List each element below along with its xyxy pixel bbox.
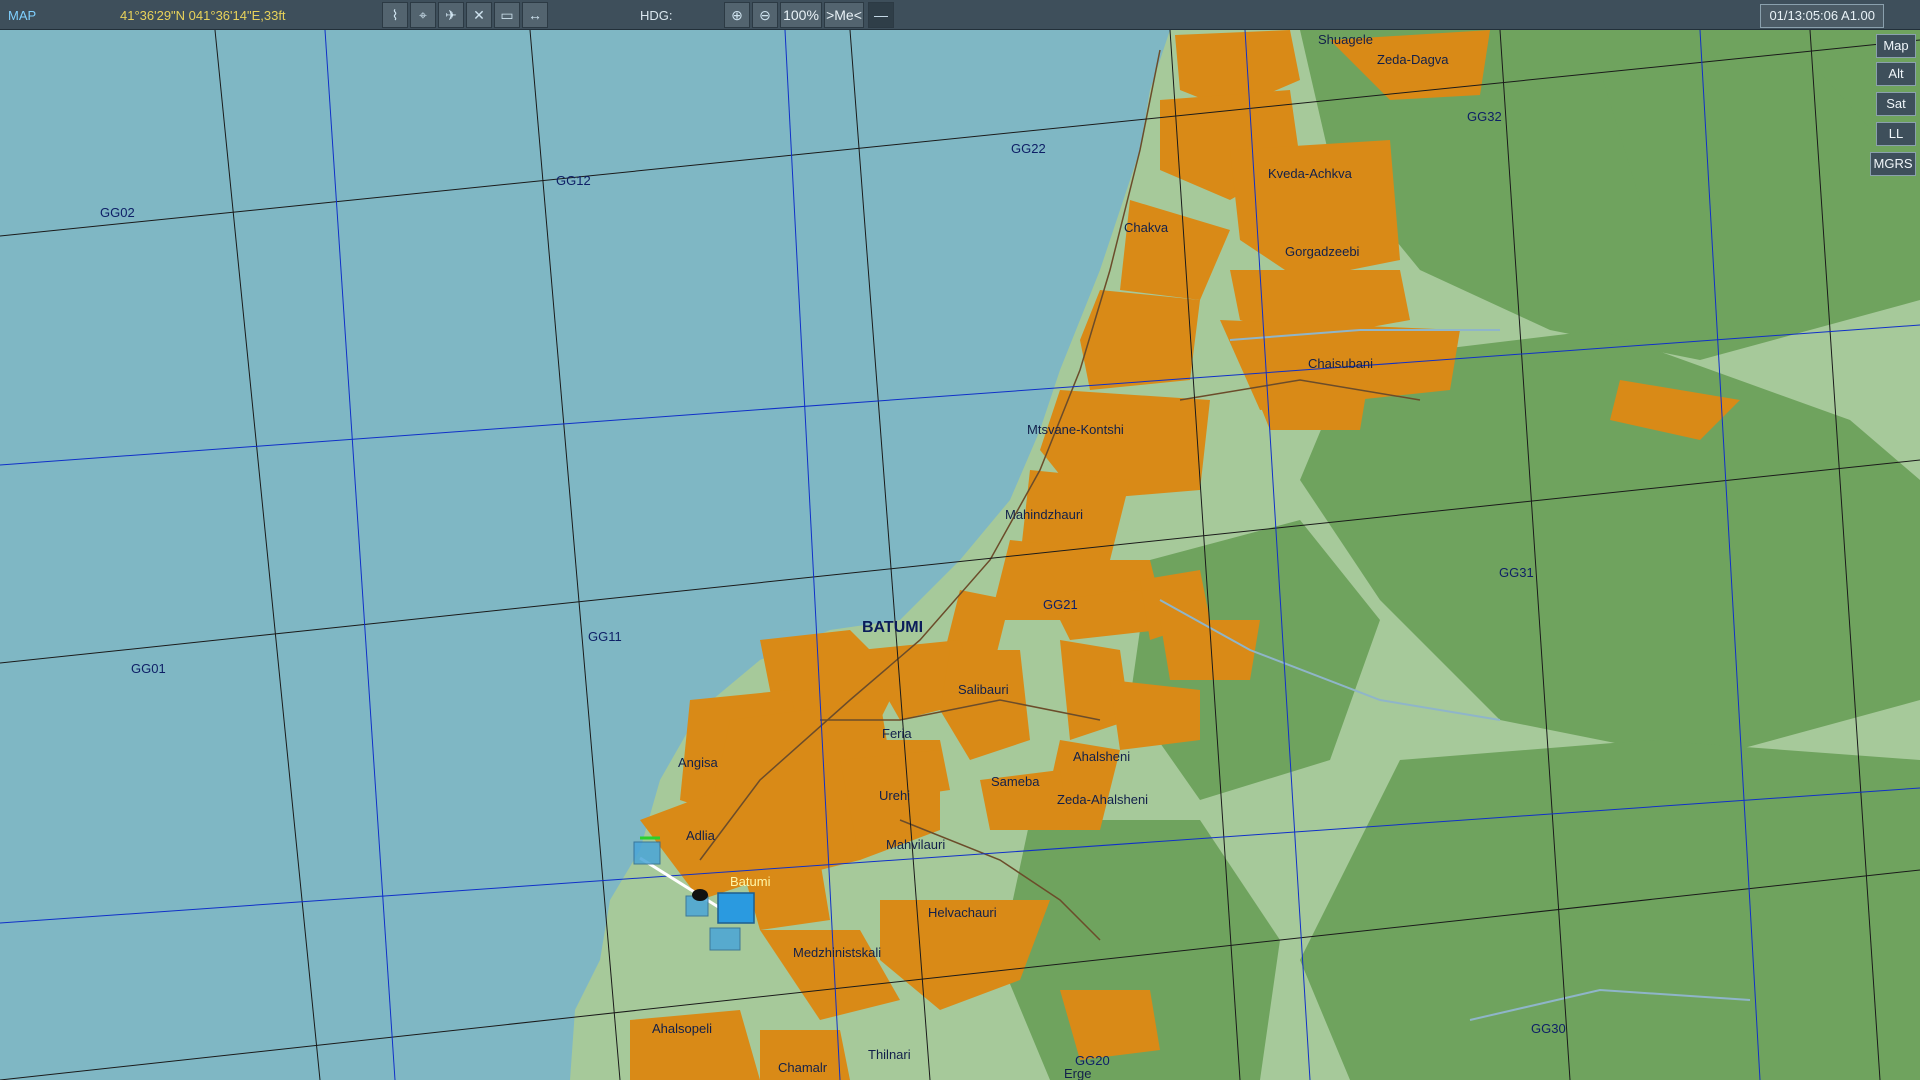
grid-label-gg01: GG01: [131, 661, 166, 676]
heading-label: HDG:: [640, 8, 673, 23]
minimize-button[interactable]: —: [868, 2, 894, 28]
place-label-mahvilauri: Mahvilauri: [886, 837, 945, 852]
place-label-salibauri: Salibauri: [958, 682, 1009, 697]
sat-mode-button[interactable]: Sat: [1876, 92, 1916, 116]
map-mode-button[interactable]: Map: [1876, 34, 1916, 58]
delete-icon: ✕: [473, 7, 485, 23]
comment-tool-button[interactable]: ▭: [494, 2, 520, 28]
ll-mode-button[interactable]: LL: [1876, 122, 1916, 146]
grid-label-gg32: GG32: [1467, 109, 1502, 124]
place-label-gorgadzeebi: Gorgadzeebi: [1285, 244, 1360, 259]
zoom-out-button[interactable]: ⊖: [752, 2, 778, 28]
place-label-zeda-ahalsheni: Zeda-Ahalsheni: [1057, 792, 1148, 807]
map-canvas[interactable]: GG02 GG12 GG22 GG32 GG01 GG11 GG21 GG31 …: [0, 0, 1920, 1080]
place-label-sameba: Sameba: [991, 774, 1040, 789]
ruler-icon: ↔: [528, 7, 542, 23]
place-label-ahalsheni: Ahalsheni: [1073, 749, 1130, 764]
grid-label-gg12: GG12: [556, 173, 591, 188]
place-label-feria: Feria: [882, 726, 912, 741]
zoom-out-icon: ⊖: [759, 7, 771, 23]
zoom-in-icon: ⊕: [731, 7, 743, 23]
mgrs-mode-button[interactable]: MGRS: [1870, 152, 1916, 176]
map-title: MAP: [8, 8, 37, 23]
city-label-batumi: BATUMI: [862, 619, 923, 636]
place-label-erge: Erge: [1064, 1066, 1091, 1080]
center-on-me-button[interactable]: >Me<: [824, 2, 864, 28]
place-label-mahindzhauri: Mahindzhauri: [1005, 507, 1083, 522]
grid-label-gg30: GG30: [1531, 1021, 1566, 1036]
place-label-medzhinistskali: Medzhinistskali: [793, 945, 881, 960]
route-icon: ⌇: [391, 7, 399, 23]
zoom-level[interactable]: 100%: [780, 2, 822, 28]
waypoint-tool-button[interactable]: ⌖: [410, 2, 436, 28]
mission-time: 01/13:05:06 A1.00: [1760, 4, 1884, 28]
ruler-tool-button[interactable]: ↔: [522, 2, 548, 28]
place-label-chakva: Chakva: [1124, 220, 1169, 235]
place-label-helvachauri: Helvachauri: [928, 905, 997, 920]
place-label-chamalr: Chamalr: [778, 1060, 828, 1075]
place-label-ahalsopeli: Ahalsopeli: [652, 1021, 712, 1036]
map-toolbar: MAP 41°36'29"N 041°36'14"E,33ft ⌇ ⌖ ✈ ✕ …: [0, 0, 1920, 30]
place-label-angisa: Angisa: [678, 755, 719, 770]
unit-tool-button[interactable]: ✈: [438, 2, 464, 28]
grid-label-gg02: GG02: [100, 205, 135, 220]
comment-icon: ▭: [500, 7, 514, 23]
unit-icon: ✈: [445, 7, 457, 23]
grid-label-gg11: GG11: [588, 629, 622, 644]
grid-label-gg31: GG31: [1499, 565, 1534, 580]
cursor-coordinates: 41°36'29"N 041°36'14"E,33ft: [120, 8, 286, 23]
grid-label-gg22: GG22: [1011, 141, 1046, 156]
place-label-shuagele: Shuagele: [1318, 32, 1373, 47]
place-label-kveda-achkva: Kveda-Achkva: [1268, 166, 1353, 181]
delete-tool-button[interactable]: ✕: [466, 2, 492, 28]
place-label-zeda-dagva: Zeda-Dagva: [1377, 52, 1449, 67]
place-label-chaisubani: Chaisubani: [1308, 356, 1373, 371]
alt-mode-button[interactable]: Alt: [1876, 62, 1916, 86]
waypoint-icon: ⌖: [419, 7, 427, 23]
zoom-in-button[interactable]: ⊕: [724, 2, 750, 28]
place-label-adlia: Adlia: [686, 828, 716, 843]
place-label-thilnari: Thilnari: [868, 1047, 911, 1062]
route-tool-button[interactable]: ⌇: [382, 2, 408, 28]
place-label-urehi: Urehi: [879, 788, 910, 803]
place-label-mtsvane-kontshi: Mtsvane-Kontshi: [1027, 422, 1124, 437]
grid-label-gg21: GG21: [1043, 597, 1078, 612]
airfield-label-batumi: Batumi: [730, 874, 771, 889]
minus-icon: —: [874, 7, 888, 23]
